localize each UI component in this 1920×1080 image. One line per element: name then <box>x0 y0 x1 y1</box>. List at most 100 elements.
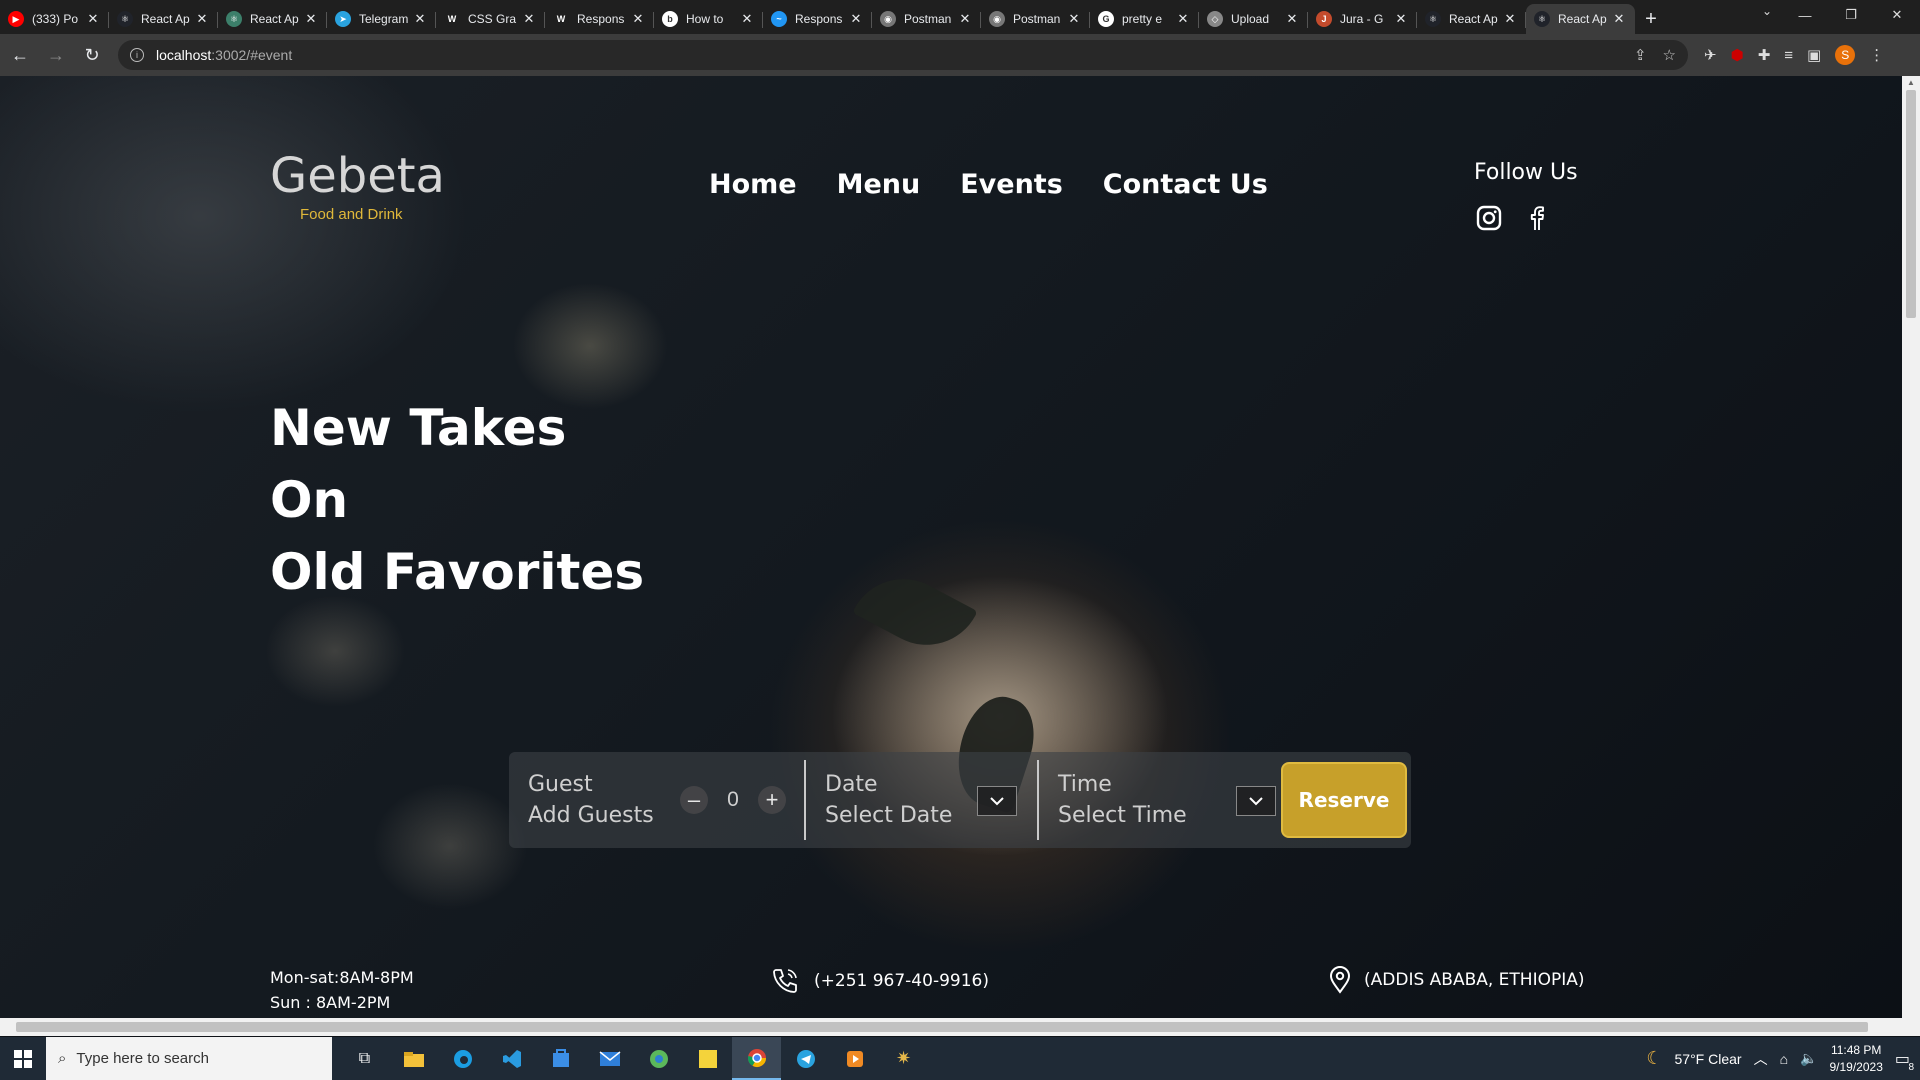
tab-close-icon[interactable]: ✕ <box>1393 11 1409 27</box>
task-view-icon[interactable]: ⧉ <box>340 1037 389 1080</box>
forward-button[interactable]: → <box>40 39 72 71</box>
browser-tab[interactable]: ◉ Postman ✕ <box>872 4 981 34</box>
tab-close-icon[interactable]: ✕ <box>1502 11 1518 27</box>
nav-home[interactable]: Home <box>709 169 797 200</box>
nav-events[interactable]: Events <box>960 169 1063 200</box>
profile-avatar[interactable]: S <box>1835 45 1856 65</box>
telegram-icon[interactable] <box>781 1037 830 1080</box>
media-control-icon[interactable]: ≡ <box>1784 47 1793 64</box>
time-dropdown-button[interactable] <box>1236 786 1276 816</box>
side-panel-icon[interactable]: ▣ <box>1807 46 1821 64</box>
minimize-button[interactable]: — <box>1782 0 1828 30</box>
media-player-icon[interactable] <box>830 1037 879 1080</box>
nav-contact-us[interactable]: Contact Us <box>1103 169 1268 200</box>
windows-logo-icon <box>14 1049 32 1068</box>
chrome-icon[interactable] <box>732 1037 781 1080</box>
vertical-scrollbar[interactable]: ▲ ▼ <box>1902 76 1920 1027</box>
date-dropdown-button[interactable] <box>977 786 1017 816</box>
tab-close-icon[interactable]: ✕ <box>1066 11 1082 27</box>
extension-icon[interactable]: ✈ <box>1704 46 1717 64</box>
reload-button[interactable]: ↻ <box>76 39 108 71</box>
tab-close-icon[interactable]: ✕ <box>412 11 428 27</box>
browser-tab[interactable]: ⚛ React Ap ✕ <box>1417 4 1526 34</box>
share-icon[interactable]: ⇪ <box>1634 46 1647 64</box>
browser-tab[interactable]: ⚛ React Ap ✕ <box>1526 4 1635 34</box>
tab-close-icon[interactable]: ✕ <box>1284 11 1300 27</box>
game-app-icon[interactable]: ✷ <box>879 1037 928 1080</box>
menu-kebab-icon[interactable]: ⋮ <box>1869 46 1884 64</box>
browser-tab[interactable]: ⚛ React Ap ✕ <box>109 4 218 34</box>
back-button[interactable]: ← <box>4 39 36 71</box>
file-explorer-icon[interactable] <box>389 1037 438 1080</box>
vscode-icon[interactable] <box>487 1037 536 1080</box>
increment-guests-button[interactable]: + <box>758 786 786 814</box>
clock[interactable]: 11:48 PM 9/19/2023 <box>1829 1042 1882 1076</box>
close-window-button[interactable]: ✕ <box>1874 0 1920 30</box>
browser-tab[interactable]: ⚛ React Ap ✕ <box>218 4 327 34</box>
browser-tab[interactable]: ~ Respons ✕ <box>763 4 872 34</box>
url-host: localhost <box>156 47 212 63</box>
weather-text[interactable]: 57°F Clear <box>1675 1051 1742 1067</box>
tab-close-icon[interactable]: ✕ <box>521 11 537 27</box>
volume-icon[interactable]: 🔈 <box>1800 1050 1817 1067</box>
tab-title: Postman <box>1013 12 1061 26</box>
site-logo[interactable]: Gebeta Food and Drink <box>270 148 445 223</box>
browser-tab[interactable]: ▶ (333) Po ✕ <box>0 4 109 34</box>
mail-icon[interactable] <box>585 1037 634 1080</box>
scrollbar-thumb[interactable] <box>16 1022 1868 1032</box>
tab-search-icon[interactable]: ⌄ <box>1762 4 1772 18</box>
instagram-icon[interactable] <box>1476 205 1502 231</box>
store-icon[interactable] <box>536 1037 585 1080</box>
taskbar-search[interactable]: ⌕ Type here to search <box>46 1037 332 1080</box>
photos-icon[interactable] <box>634 1037 683 1080</box>
main-nav: Home Menu Events Contact Us <box>709 169 1268 200</box>
nav-menu[interactable]: Menu <box>837 169 921 200</box>
tab-close-icon[interactable]: ✕ <box>1175 11 1191 27</box>
tab-close-icon[interactable]: ✕ <box>303 11 319 27</box>
site-info-icon[interactable]: i <box>130 48 144 62</box>
tab-close-icon[interactable]: ✕ <box>1611 11 1627 27</box>
browser-tab[interactable]: W Respons ✕ <box>545 4 654 34</box>
restore-button[interactable]: ❐ <box>1828 0 1874 30</box>
browser-tab[interactable]: Gpretty e ✕ <box>1090 4 1199 34</box>
sticky-notes-icon[interactable] <box>683 1037 732 1080</box>
logo-tagline: Food and Drink <box>300 206 403 223</box>
chevron-down-icon <box>1249 797 1263 806</box>
tab-close-icon[interactable]: ✕ <box>957 11 973 27</box>
browser-tab[interactable]: W CSS Gra ✕ <box>436 4 545 34</box>
address-bar[interactable]: i localhost:3002/#event ⇪ ☆ <box>118 40 1688 70</box>
headline-line: Old Favorites <box>270 543 645 601</box>
decrement-guests-button[interactable]: – <box>680 786 708 814</box>
tab-close-icon[interactable]: ✕ <box>194 11 210 27</box>
horizontal-scrollbar[interactable] <box>0 1018 1920 1036</box>
time-field[interactable]: Time Select Time <box>1037 760 1276 840</box>
facebook-icon[interactable] <box>1524 205 1550 231</box>
browser-tab[interactable]: b How to ✕ <box>654 4 763 34</box>
headline-line: New Takes <box>270 399 567 457</box>
browser-tab[interactable]: ◇ Upload ✕ <box>1199 4 1308 34</box>
phone-contact: (+251 967-40-9916) <box>770 966 989 996</box>
reserve-button[interactable]: Reserve <box>1281 762 1407 838</box>
tray-chevron-icon[interactable]: ︿ <box>1754 1049 1768 1069</box>
new-tab-button[interactable]: + <box>1635 4 1667 34</box>
extensions-puzzle-icon[interactable]: ✚ <box>1758 46 1771 64</box>
tab-close-icon[interactable]: ✕ <box>630 11 646 27</box>
start-button[interactable] <box>0 1037 46 1080</box>
tab-close-icon[interactable]: ✕ <box>739 11 755 27</box>
hours-line: Sun : 8AM-2PM <box>270 993 391 1012</box>
tab-close-icon[interactable]: ✕ <box>85 11 101 27</box>
network-icon[interactable]: ⌂ <box>1780 1051 1788 1067</box>
ublock-icon[interactable]: ⬢ <box>1731 46 1744 64</box>
notifications-icon[interactable]: ▭ 8 <box>1895 1049 1914 1073</box>
tab-close-icon[interactable]: ✕ <box>848 11 864 27</box>
edge-icon[interactable] <box>438 1037 487 1080</box>
tab-favicon-icon: J <box>1316 11 1332 27</box>
date-field[interactable]: Date Select Date <box>804 760 1037 840</box>
browser-tab[interactable]: J Jura - G ✕ <box>1308 4 1417 34</box>
browser-tab[interactable]: ➤ Telegram ✕ <box>327 4 436 34</box>
scroll-up-arrow-icon[interactable]: ▲ <box>1907 78 1915 87</box>
browser-tab[interactable]: ◉ Postman ✕ <box>981 4 1090 34</box>
bookmark-star-icon[interactable]: ☆ <box>1663 46 1676 64</box>
guest-count: 0 <box>727 788 739 811</box>
scrollbar-thumb[interactable] <box>1906 90 1916 318</box>
